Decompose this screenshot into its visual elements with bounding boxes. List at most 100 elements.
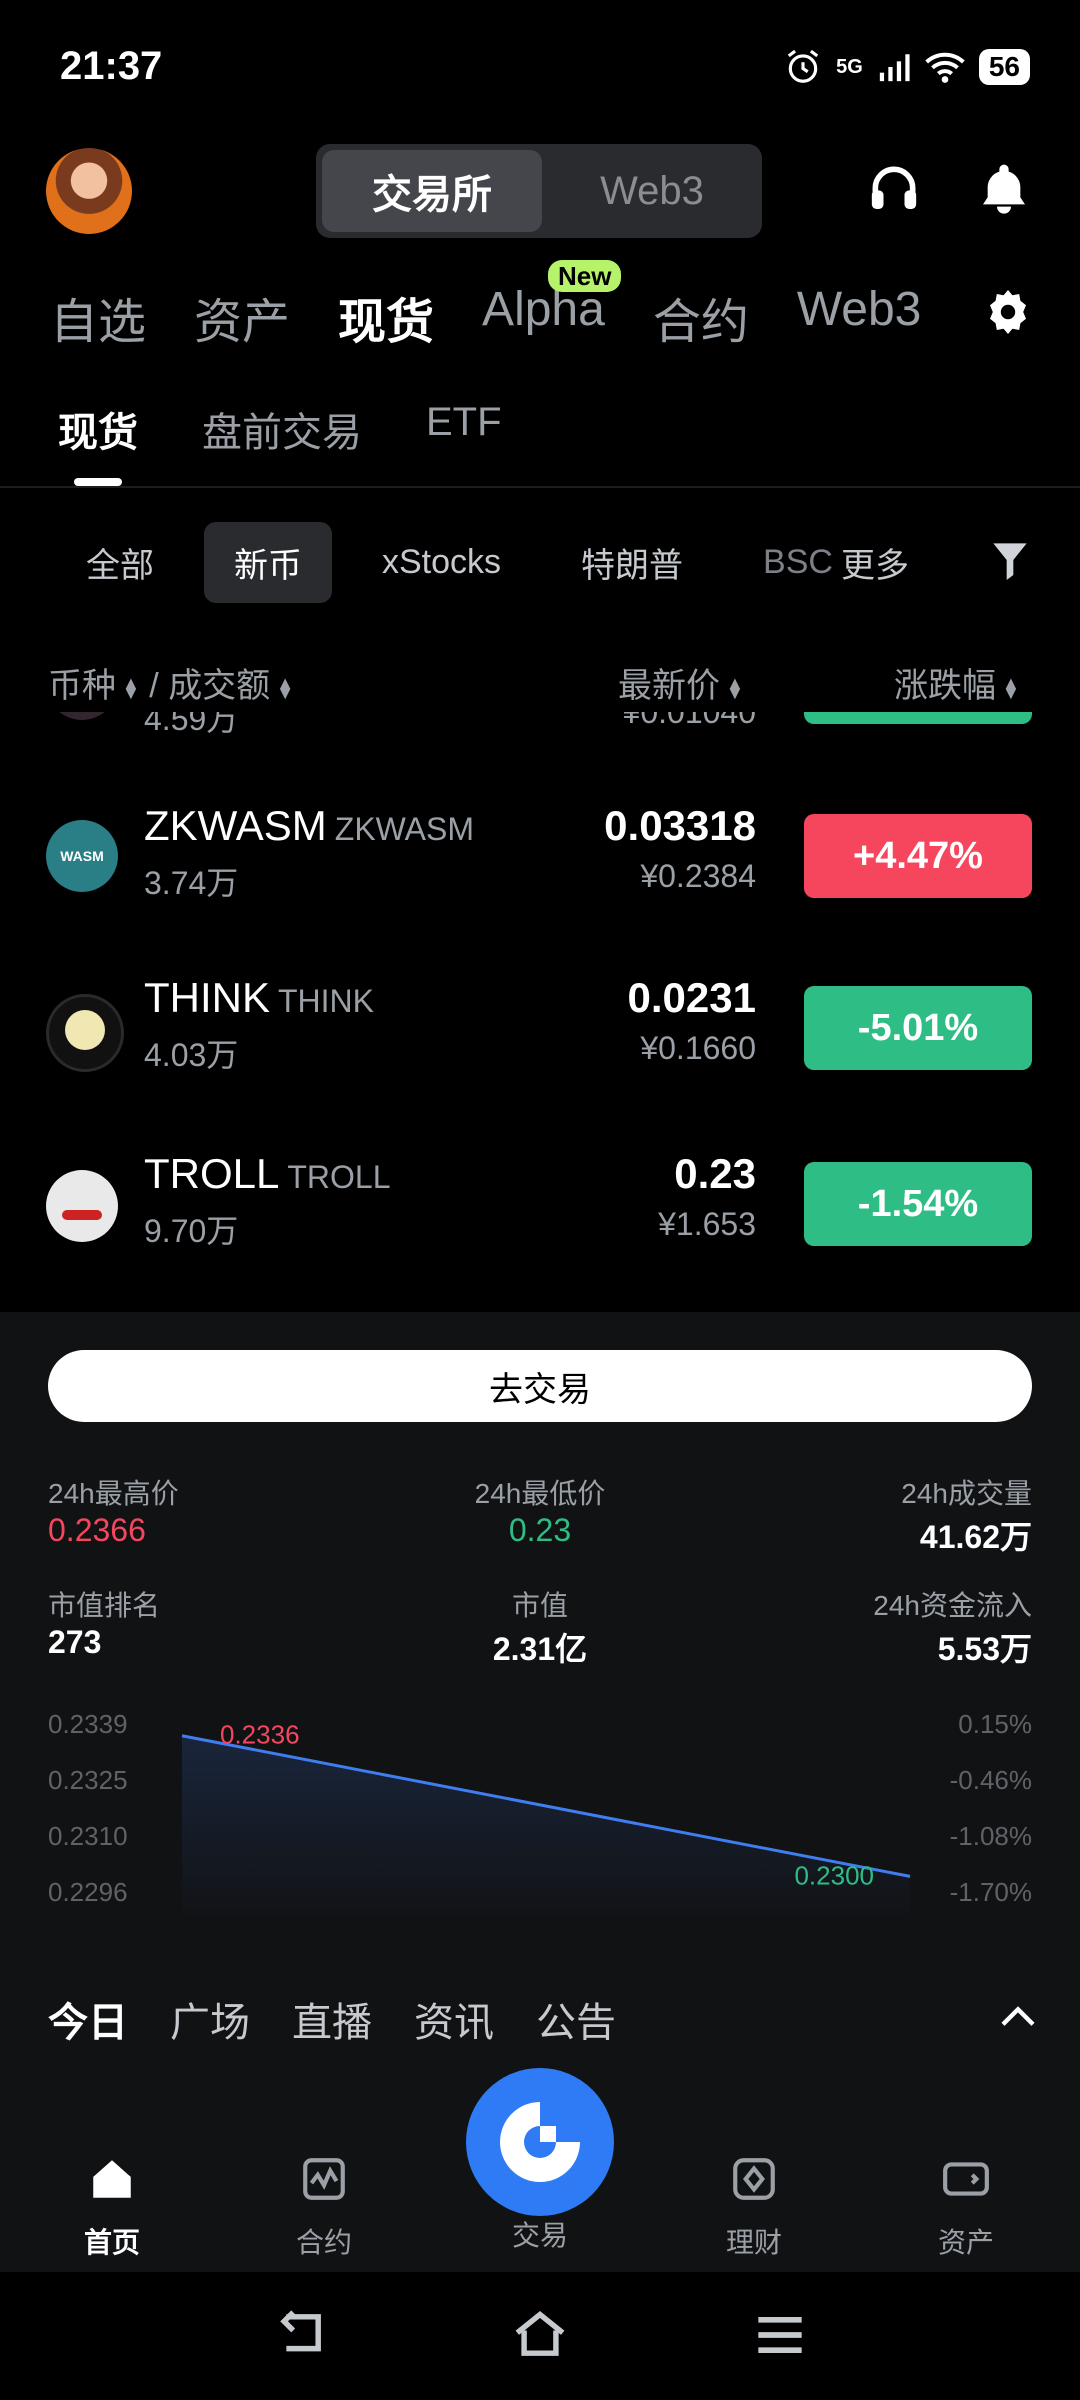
bell-icon[interactable] [976, 160, 1032, 216]
coin-list: 4.59万 ¥0.01040 WASM ZKWASM ZKWASM 3.74万 0… [0, 712, 1080, 1312]
think-coin-icon [46, 994, 124, 1072]
chip-bsc[interactable]: BSC [733, 527, 837, 598]
coin-name: TROLL TROLL [144, 1150, 391, 1198]
trade-fab[interactable] [466, 2068, 614, 2216]
divider [0, 486, 1080, 488]
tab-premarket[interactable]: 盘前交易 [202, 400, 362, 458]
tab-square[interactable]: 广场 [170, 1990, 250, 2048]
troll-coin-icon [46, 1170, 118, 1242]
bottom-nav-assets[interactable]: 资产 [896, 2154, 1036, 2261]
list-item[interactable]: 4.59万 ¥0.01040 [0, 712, 1080, 778]
chevron-up-icon[interactable] [998, 2002, 1038, 2030]
nav-assets[interactable]: 资产 [194, 282, 290, 352]
sort-by-price[interactable]: 最新价 ▲ ▼ [618, 658, 744, 707]
bottom-nav-label: 理财 [725, 2227, 782, 2258]
chip-trump[interactable]: 特朗普 [551, 522, 713, 603]
coin-symbol: TROLL [144, 1150, 280, 1197]
stat-value: 41.62万 [919, 1519, 1032, 1555]
tab-news[interactable]: 资讯 [414, 1990, 494, 2048]
network-label: 5G [836, 56, 863, 78]
gear-icon[interactable] [984, 288, 1032, 336]
filter-icon[interactable] [990, 538, 1030, 582]
chip-more[interactable]: 更多 [837, 522, 939, 603]
bottom-nav-futures[interactable]: 合约 [254, 2154, 394, 2261]
bottom-nav-label: 资产 [937, 2227, 994, 2258]
list-item[interactable]: TROLL TROLL 9.70万 0.23 ¥1.653 -1.54% [0, 1132, 1080, 1310]
change-label: 涨跌幅 [894, 667, 996, 705]
zkwasm-coin-icon: WASM [46, 820, 118, 892]
chart-icon [303, 2158, 345, 2200]
tab-spot[interactable]: 现货 [58, 400, 138, 458]
nav-spot[interactable]: 现货 [338, 282, 434, 352]
coin-subname: THINK [278, 983, 374, 1019]
pair-label: 币种 [48, 667, 116, 705]
sort-icon: ▲ ▼ [122, 673, 140, 704]
sort-by-change[interactable]: 涨跌幅 ▲ ▼ [894, 658, 1020, 707]
stat-label: 市值排名 [48, 1590, 161, 1621]
coin-cny-price: ¥0.01040 [622, 712, 756, 730]
y-tick-left: 0.2310 [48, 1821, 128, 1851]
stat-value: 273 [48, 1624, 102, 1660]
list-item[interactable]: WASM ZKWASM ZKWASM 3.74万 0.03318 ¥0.2384 … [0, 776, 1080, 954]
coin-price: 0.0231 [627, 974, 756, 1021]
tab-announcements[interactable]: 公告 [536, 1990, 616, 2048]
coin-symbol: THINK [144, 974, 270, 1021]
feed-tabs: 今日 广场 直播 资讯 公告 [48, 1990, 658, 2048]
stat-24h-inflow: 24h资金流入 5.53万 [873, 1584, 1032, 1670]
tab-today[interactable]: 今日 [48, 1990, 128, 2048]
bottom-nav-trade[interactable]: 交易 [470, 2214, 610, 2254]
exchange-web3-switch[interactable]: 交易所 Web3 [316, 144, 762, 238]
menu-icon[interactable] [754, 2312, 806, 2358]
stat-label: 24h资金流入 [873, 1590, 1032, 1621]
status-icons: 5G 56 [784, 48, 1030, 86]
headset-icon[interactable] [866, 160, 922, 216]
y-tick-left: 0.2296 [48, 1877, 128, 1907]
status-time: 21:37 [60, 44, 163, 88]
nav-web3[interactable]: Web3 [797, 282, 922, 352]
tab-live[interactable]: 直播 [292, 1990, 372, 2048]
bottom-nav-earn[interactable]: 理财 [684, 2154, 824, 2261]
change-badge[interactable] [804, 712, 1032, 724]
go-trade-button[interactable]: 去交易 [48, 1350, 1032, 1422]
wifi-icon [925, 52, 965, 83]
coin-price: 0.03318 [604, 802, 756, 849]
chip-all[interactable]: 全部 [56, 522, 184, 603]
segment-web3[interactable]: Web3 [542, 150, 762, 232]
volume-label: 成交额 [168, 667, 271, 705]
change-badge[interactable]: -5.01% [804, 986, 1032, 1070]
stat-market-cap: 市值 2.31亿 [440, 1584, 640, 1670]
avatar[interactable] [46, 148, 132, 234]
y-tick-left: 0.2325 [48, 1765, 128, 1795]
signal-icon [879, 54, 910, 82]
list-item[interactable]: THINK THINK 4.03万 0.0231 ¥0.1660 -5.01% [0, 954, 1080, 1132]
chip-xstocks[interactable]: xStocks [352, 527, 531, 598]
price-label: 最新价 [618, 667, 720, 705]
segment-exchange[interactable]: 交易所 [322, 150, 542, 232]
nav-futures[interactable]: 合约 [653, 282, 749, 352]
tab-etf[interactable]: ETF [426, 400, 502, 458]
alarm-icon [787, 49, 819, 83]
slash-label: / [149, 667, 159, 705]
stat-24h-high: 24h最高价 0.2366 [48, 1472, 179, 1549]
start-price-label: 0.2336 [220, 1720, 300, 1750]
home-icon [93, 2160, 131, 2198]
change-badge[interactable]: +4.47% [804, 814, 1032, 898]
coin-icon-text: WASM [60, 848, 104, 864]
y-tick-right: 0.15% [958, 1709, 1032, 1739]
bottom-nav-home[interactable]: 首页 [42, 2154, 182, 2261]
back-icon[interactable] [272, 2310, 328, 2360]
change-badge[interactable]: -1.54% [804, 1162, 1032, 1246]
y-tick-left: 0.2339 [48, 1709, 128, 1739]
new-badge: New [548, 260, 622, 292]
home-nav-icon[interactable] [510, 2310, 570, 2360]
exchange-logo-icon [500, 2102, 580, 2182]
y-tick-right: -1.70% [950, 1877, 1032, 1907]
price-mini-chart: 0.2339 0.2325 0.2310 0.2296 0.15% -0.46% -1.0… [48, 1709, 1032, 1922]
chip-new-coins[interactable]: 新币 [204, 522, 332, 603]
sort-icon: ▲ ▼ [276, 673, 295, 704]
nav-favorites[interactable]: 自选 [50, 282, 146, 352]
sort-by-pair[interactable]: 币种 ▲ ▼ / 成交额 ▲ ▼ [48, 658, 294, 707]
bottom-nav-label: 合约 [295, 2227, 352, 2258]
nav-alpha[interactable]: Alpha [482, 282, 605, 352]
series-area [182, 1735, 910, 1922]
